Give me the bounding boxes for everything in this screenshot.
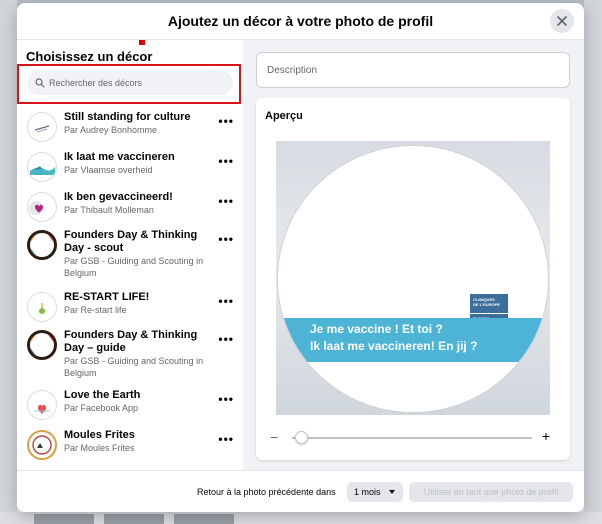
item-author: Par Re-start life (64, 305, 127, 315)
list-item[interactable]: RE-START LIFE! Par Re-start life ••• (17, 288, 243, 326)
restart-life-logo-icon (27, 292, 57, 322)
red-marker (139, 40, 145, 45)
caret-down-icon (389, 490, 395, 494)
frame-list: Still standing for culture Par Audrey Bo… (17, 108, 243, 466)
item-title: Moules Frites (64, 429, 135, 441)
love-earth-logo-icon (27, 390, 57, 420)
zoom-slider: − + (270, 428, 556, 445)
banner-text-fr: Je me vaccine ! Et toi ? (310, 322, 443, 336)
profile-photo-circle: CLINIQUES DE L'EUROPE EUROPA ZIEKENHUIZE… (277, 145, 549, 413)
item-author: Par GSB - Guiding and Scouting in Belgiu… (64, 256, 204, 278)
profile-photo-preview[interactable]: CLINIQUES DE L'EUROPE EUROPA ZIEKENHUIZE… (276, 141, 550, 415)
item-title: Still standing for culture (64, 111, 191, 123)
moules-frites-logo-icon (27, 430, 57, 460)
item-title: Love the Earth (64, 389, 141, 401)
list-item[interactable]: Ik laat me vaccineren Par Vlaamse overhe… (17, 148, 243, 188)
list-item[interactable]: Moules Frites Par Moules Frites ••• (17, 426, 243, 466)
use-as-profile-photo-button[interactable]: Utiliser en tant que photo de profil (409, 482, 573, 502)
dialog-footer: Retour à la photo précédente dans 1 mois… (17, 470, 584, 512)
still-standing-logo-icon (27, 112, 57, 142)
item-author: Par Audrey Bonhomme (64, 125, 158, 135)
close-button[interactable] (550, 9, 574, 33)
zoom-handle[interactable] (295, 431, 309, 444)
more-options-icon[interactable]: ••• (218, 114, 234, 128)
more-options-icon[interactable]: ••• (218, 294, 234, 308)
list-item[interactable]: Ik ben gevaccineerd! Par Thibault Mollem… (17, 188, 243, 226)
return-timer-label: Retour à la photo précédente dans (197, 487, 336, 497)
dialog-header: Ajoutez un décor à votre photo de profil (17, 3, 584, 40)
search-icon (35, 78, 45, 88)
zoom-out-button[interactable]: − (270, 429, 278, 445)
description-input[interactable]: Description (256, 52, 570, 88)
background-thumbnail (34, 514, 94, 524)
zoom-track[interactable] (292, 437, 532, 439)
more-options-icon[interactable]: ••• (218, 194, 234, 208)
item-author: Par GSB - Guiding and Scouting in Belgiu… (64, 356, 204, 378)
item-author: Par Thibault Molleman (64, 205, 154, 215)
scout-ring-logo-icon (27, 230, 57, 260)
guide-ring-logo-icon (27, 330, 57, 360)
frame-banner: Je me vaccine ! Et toi ? Ik laat me vacc… (278, 318, 548, 362)
frame-list-panel: Choisissez un décor Still standing for c… (17, 40, 243, 470)
duration-value: 1 mois (354, 487, 381, 497)
background-left-edge (0, 0, 17, 524)
zoom-in-button[interactable]: + (542, 428, 550, 444)
list-item[interactable]: Still standing for culture Par Audrey Bo… (17, 108, 243, 148)
more-options-icon[interactable]: ••• (218, 432, 234, 446)
list-item[interactable]: Founders Day & Thinking Day - scout Par … (17, 226, 243, 288)
vaccine-heart-logo-icon (27, 192, 57, 222)
more-options-icon[interactable]: ••• (218, 232, 234, 246)
search-field[interactable] (27, 71, 233, 95)
vlaamse-overheid-logo-icon (27, 152, 57, 182)
item-title: Ik ben gevaccineerd! (64, 191, 173, 203)
preview-panel: Description Aperçu CLINIQUES DE L'EUROPE… (243, 40, 584, 470)
more-options-icon[interactable]: ••• (218, 392, 234, 406)
preview-card: Aperçu CLINIQUES DE L'EUROPE EUROPA ZIEK… (256, 98, 570, 460)
list-item[interactable]: Love the Earth Par Facebook App ••• (17, 386, 243, 426)
more-options-icon[interactable]: ••• (218, 154, 234, 168)
close-icon (557, 16, 567, 26)
choose-frame-title: Choisissez un décor (26, 49, 153, 64)
item-title: Ik laat me vaccineren (64, 151, 175, 163)
item-title: Founders Day & Thinking Day – guide (64, 329, 198, 354)
item-title: RE-START LIFE! (64, 291, 150, 303)
dialog-title: Ajoutez un décor à votre photo de profil (167, 13, 434, 29)
list-item[interactable]: Founders Day & Thinking Day – guide Par … (17, 326, 243, 386)
preview-label: Aperçu (265, 110, 303, 122)
frame-dialog: Ajoutez un décor à votre photo de profil… (17, 3, 584, 512)
background-thumbnail (104, 514, 164, 524)
background-right-edge (584, 0, 602, 524)
search-input[interactable] (49, 78, 219, 88)
more-options-icon[interactable]: ••• (218, 332, 234, 346)
duration-dropdown[interactable]: 1 mois (347, 482, 403, 502)
item-author: Par Facebook App (64, 403, 139, 413)
banner-text-nl: Ik laat me vaccineren! En jij ? (310, 339, 478, 353)
background-thumbnail (174, 514, 234, 524)
item-title: Founders Day & Thinking Day - scout (64, 229, 198, 254)
item-author: Par Moules Frites (64, 443, 135, 453)
item-author: Par Vlaamse overheid (64, 165, 153, 175)
